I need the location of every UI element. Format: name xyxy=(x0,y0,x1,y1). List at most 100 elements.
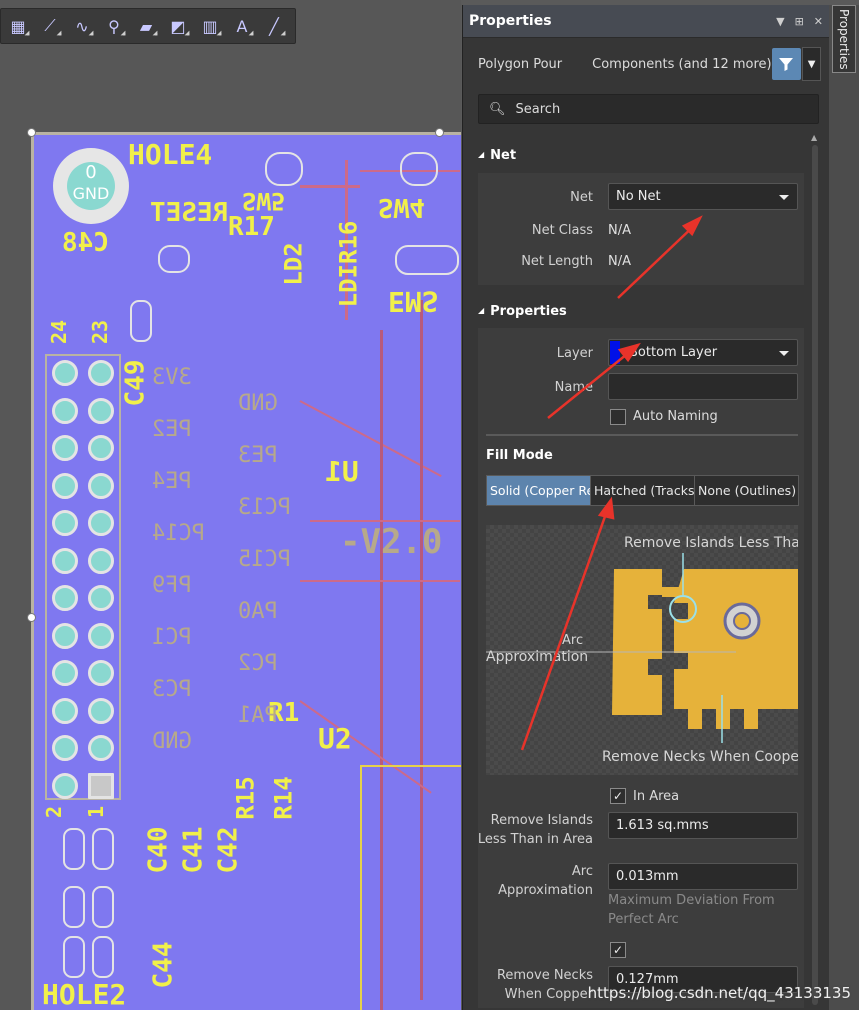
selection-handle[interactable] xyxy=(27,128,36,137)
name-input[interactable] xyxy=(608,373,798,400)
place-fill-icon[interactable]: ▰ xyxy=(131,12,161,40)
fill-tab-solid[interactable]: Solid (Copper Re xyxy=(487,476,591,505)
silk-pin2: 2 xyxy=(42,805,67,819)
smd-pad xyxy=(395,245,459,275)
panel-menu-icon[interactable]: ▼ xyxy=(776,15,784,28)
smd-pad xyxy=(63,828,85,870)
silk-sw5: SW5 xyxy=(242,187,286,215)
silk-pin-label: GND xyxy=(238,391,278,416)
fill-mode-tabs: Solid (Copper Re Hatched (Tracks/ None (… xyxy=(486,475,799,506)
header-pad[interactable] xyxy=(52,697,78,724)
header-pad[interactable] xyxy=(52,735,78,761)
panel-scrollbar[interactable] xyxy=(812,145,818,1005)
header-pad[interactable] xyxy=(52,435,78,461)
select-component-icon[interactable]: ▦ xyxy=(3,12,33,40)
fill-mode-header: Fill Mode xyxy=(486,448,553,463)
gnd-pad[interactable]: 0 GND xyxy=(53,148,129,224)
auto-naming-checkbox[interactable] xyxy=(610,409,626,425)
trace xyxy=(300,185,360,188)
header-pad[interactable] xyxy=(88,547,114,574)
silk-pin-label: PE4 xyxy=(152,469,192,494)
selection-handle[interactable] xyxy=(435,128,444,137)
silk-pin24: 24 xyxy=(47,319,72,345)
remove-necks-checkbox[interactable]: ✓ xyxy=(610,942,626,958)
header-pad[interactable] xyxy=(52,547,78,574)
smd-pad xyxy=(92,886,114,928)
net-dropdown[interactable]: No Net xyxy=(608,183,798,210)
route-track-icon[interactable]: ⟋ xyxy=(35,12,65,40)
header-pad[interactable] xyxy=(52,397,78,424)
silk-c44: C44 xyxy=(148,941,179,989)
header-pad[interactable] xyxy=(52,585,78,611)
header-pad[interactable] xyxy=(88,397,114,424)
silk-pin-label: PC13 xyxy=(238,495,291,520)
scroll-up-arrow[interactable]: ▲ xyxy=(811,133,817,142)
arc-approximation-input[interactable]: 0.013mm xyxy=(608,863,798,890)
header-pad[interactable] xyxy=(88,472,114,499)
interactive-routing-icon[interactable]: ∿ xyxy=(67,12,97,40)
chevron-down-icon xyxy=(779,351,789,356)
filter-dropdown-button[interactable]: ▼ xyxy=(802,47,821,81)
diagram-caption-necks: Remove Necks When Cooper xyxy=(602,749,798,765)
smd-pad xyxy=(63,936,85,978)
arc-hint: Maximum Deviation From xyxy=(608,893,775,908)
header-pad[interactable] xyxy=(52,772,78,799)
header-pad[interactable] xyxy=(88,622,114,649)
header-pad[interactable] xyxy=(88,735,114,761)
selection-handle[interactable] xyxy=(27,613,36,622)
arc-label-2: Approximation xyxy=(498,883,593,898)
polygon-pour-icon[interactable]: ◩ xyxy=(163,12,193,40)
header-pad[interactable] xyxy=(88,697,114,724)
place-via-icon[interactable]: ⚲ xyxy=(99,12,129,40)
header-pad[interactable] xyxy=(88,510,114,536)
fill-tab-none[interactable]: None (Outlines) xyxy=(695,476,798,505)
remove-necks-label-2: When Copper xyxy=(504,987,593,1002)
in-area-checkbox[interactable]: ✓ xyxy=(610,788,626,804)
place-string-icon[interactable]: A xyxy=(227,12,257,40)
silk-pin-label: PC3 xyxy=(152,677,192,702)
silk-pin-label: GND xyxy=(152,729,192,754)
header-pad[interactable] xyxy=(52,660,78,686)
watermark-text: https://blog.csdn.net/qq_43133135 xyxy=(587,984,851,1002)
silk-pin-label: PE3 xyxy=(238,443,278,468)
header-pad[interactable] xyxy=(52,360,78,386)
net-length-value: N/A xyxy=(608,254,631,269)
fill-tab-hatched[interactable]: Hatched (Tracks/ xyxy=(591,476,695,505)
header-pad[interactable] xyxy=(88,585,114,611)
net-value: No Net xyxy=(616,189,661,204)
search-input[interactable]: 🔍︎ Search xyxy=(478,94,819,124)
filter-button[interactable] xyxy=(771,48,802,80)
smd-pad xyxy=(130,300,152,342)
header-pad[interactable] xyxy=(88,435,114,461)
silk-r15: R15 xyxy=(231,776,260,820)
remove-islands-input[interactable]: 1.613 sq.mms xyxy=(608,812,798,839)
header-pad[interactable] xyxy=(88,660,114,686)
smd-pad xyxy=(400,152,438,186)
silk-ldir16: LDIR16 xyxy=(334,220,363,308)
header-pad[interactable] xyxy=(52,622,78,649)
place-line-icon[interactable]: ╱ xyxy=(259,12,289,40)
header-pad[interactable] xyxy=(88,360,114,386)
filter-scope-label[interactable]: Components (and 12 more) xyxy=(592,57,771,72)
header-pad[interactable] xyxy=(52,472,78,499)
side-tab-strip: Properties xyxy=(829,5,859,1010)
close-icon[interactable]: ✕ xyxy=(814,15,823,28)
pcb-canvas[interactable]: ▦ ⟋ ∿ ⚲ ▰ ◩ ▥ A ╱ 0 GND HOLE4 RESET C48 R17 SW5 … xyxy=(0,0,461,1010)
header-pad[interactable] xyxy=(52,510,78,536)
silk-hole2: HOLE2 xyxy=(42,978,127,1010)
place-dimension-icon[interactable]: ▥ xyxy=(195,12,225,40)
silk-pin-label: PC14 xyxy=(152,521,205,546)
net-section-header[interactable]: Net xyxy=(478,148,516,163)
auto-naming-label: Auto Naming xyxy=(633,409,718,424)
header-pad[interactable] xyxy=(88,772,114,799)
selection-filter-row: Polygon Pour Components (and 12 more) ▼ xyxy=(463,38,829,90)
in-area-label: In Area xyxy=(633,789,680,804)
layer-dropdown[interactable]: Bottom Layer xyxy=(608,339,798,366)
arc-approximation-value: 0.013mm xyxy=(616,869,679,884)
silk-pin-label: PF9 xyxy=(152,573,192,598)
properties-section-header[interactable]: Properties xyxy=(478,304,567,319)
properties-side-tab[interactable]: Properties xyxy=(832,5,856,73)
smd-pad xyxy=(92,936,114,978)
properties-panel: Properties ▼ ⊞ ✕ Polygon Pour Components… xyxy=(462,5,829,1010)
pin-icon[interactable]: ⊞ xyxy=(795,15,804,28)
